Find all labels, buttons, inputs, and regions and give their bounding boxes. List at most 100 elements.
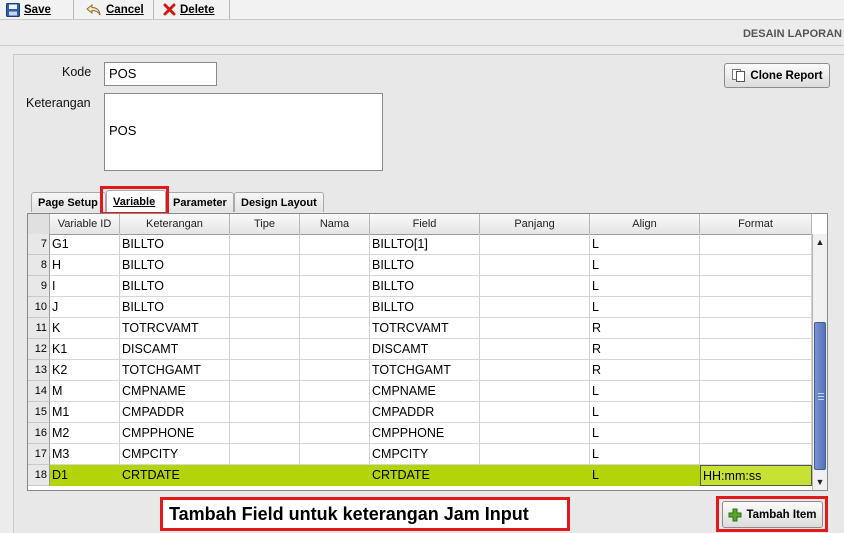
column-header[interactable]: Variable ID (50, 214, 120, 234)
cell-nama[interactable] (300, 444, 370, 465)
cell-field[interactable]: BILLTO (370, 276, 480, 297)
cell-keterangan[interactable]: CRTDATE (120, 465, 230, 486)
cell-panjang[interactable] (480, 423, 590, 444)
table-row[interactable]: 13 K2 TOTCHGAMT TOTCHGAMT R (28, 360, 812, 381)
cell-nama[interactable] (300, 465, 370, 486)
cell-format[interactable] (700, 318, 812, 339)
cell-tipe[interactable] (230, 255, 300, 276)
cell-field[interactable]: BILLTO (370, 297, 480, 318)
cell-align[interactable]: L (590, 234, 700, 255)
column-header[interactable]: Tipe (230, 214, 300, 234)
column-header[interactable]: Keterangan (120, 214, 230, 234)
cell-format[interactable] (700, 402, 812, 423)
table-row[interactable]: 8 H BILLTO BILLTO L (28, 255, 812, 276)
cell-keterangan[interactable]: TOTRCVAMT (120, 318, 230, 339)
cell-keterangan[interactable]: CMPPHONE (120, 423, 230, 444)
cell-field[interactable]: DISCAMT (370, 339, 480, 360)
cell-align[interactable]: L (590, 276, 700, 297)
cell-format[interactable] (700, 423, 812, 444)
delete-button[interactable]: Delete (163, 0, 225, 19)
save-button[interactable]: Save (6, 0, 68, 19)
cell-format[interactable] (700, 276, 812, 297)
table-row[interactable]: 18 D1 CRTDATE CRTDATE L HH:mm:ss (28, 465, 812, 486)
cell-tipe[interactable] (230, 444, 300, 465)
cell-variable-id[interactable]: I (50, 276, 120, 297)
kode-input[interactable]: POS (104, 62, 217, 86)
cell-tipe[interactable] (230, 402, 300, 423)
cell-format[interactable] (700, 360, 812, 381)
cell-panjang[interactable] (480, 318, 590, 339)
cell-nama[interactable] (300, 276, 370, 297)
tab-design-layout[interactable]: Design Layout (234, 192, 324, 212)
cell-variable-id[interactable]: M3 (50, 444, 120, 465)
cell-field[interactable]: BILLTO[1] (370, 234, 480, 255)
cell-keterangan[interactable]: TOTCHGAMT (120, 360, 230, 381)
cell-tipe[interactable] (230, 318, 300, 339)
cell-align[interactable]: L (590, 465, 700, 486)
cell-panjang[interactable] (480, 381, 590, 402)
cell-field[interactable]: CMPPHONE (370, 423, 480, 444)
cell-align[interactable]: L (590, 423, 700, 444)
cell-panjang[interactable] (480, 339, 590, 360)
cell-tipe[interactable] (230, 297, 300, 318)
column-header[interactable]: Panjang (480, 214, 590, 234)
cell-variable-id[interactable]: M2 (50, 423, 120, 444)
cell-keterangan[interactable]: CMPCITY (120, 444, 230, 465)
tab-page-setup[interactable]: Page Setup (31, 192, 106, 212)
cell-tipe[interactable] (230, 276, 300, 297)
cell-nama[interactable] (300, 297, 370, 318)
cell-align[interactable]: L (590, 255, 700, 276)
cell-align[interactable]: L (590, 402, 700, 423)
cell-keterangan[interactable]: BILLTO (120, 276, 230, 297)
column-header[interactable]: Nama (300, 214, 370, 234)
cell-field[interactable]: CMPNAME (370, 381, 480, 402)
cell-tipe[interactable] (230, 381, 300, 402)
cell-keterangan[interactable]: BILLTO (120, 234, 230, 255)
cell-nama[interactable] (300, 402, 370, 423)
table-row[interactable]: 10 J BILLTO BILLTO L (28, 297, 812, 318)
cell-variable-id[interactable]: H (50, 255, 120, 276)
cell-panjang[interactable] (480, 444, 590, 465)
cell-panjang[interactable] (480, 465, 590, 486)
cell-variable-id[interactable]: M1 (50, 402, 120, 423)
cell-field[interactable]: TOTCHGAMT (370, 360, 480, 381)
cell-nama[interactable] (300, 339, 370, 360)
cell-format[interactable] (700, 381, 812, 402)
cell-panjang[interactable] (480, 297, 590, 318)
cell-nama[interactable] (300, 381, 370, 402)
cell-keterangan[interactable]: CMPNAME (120, 381, 230, 402)
cancel-button[interactable]: Cancel (86, 0, 158, 19)
column-header[interactable]: Align (590, 214, 700, 234)
vertical-scrollbar[interactable]: ▲ ▼ (812, 234, 827, 490)
scroll-thumb[interactable] (814, 322, 826, 470)
cell-align[interactable]: L (590, 297, 700, 318)
cell-tipe[interactable] (230, 360, 300, 381)
cell-keterangan[interactable]: BILLTO (120, 255, 230, 276)
table-row[interactable]: 14 M CMPNAME CMPNAME L (28, 381, 812, 402)
scroll-up-arrow-icon[interactable]: ▲ (813, 234, 827, 249)
column-header[interactable]: Field (370, 214, 480, 234)
cell-format[interactable] (700, 255, 812, 276)
cell-tipe[interactable] (230, 234, 300, 255)
cell-nama[interactable] (300, 360, 370, 381)
cell-keterangan[interactable]: CMPADDR (120, 402, 230, 423)
cell-variable-id[interactable]: D1 (50, 465, 120, 486)
cell-keterangan[interactable]: DISCAMT (120, 339, 230, 360)
cell-align[interactable]: R (590, 318, 700, 339)
cell-format[interactable]: HH:mm:ss (700, 465, 812, 486)
table-row[interactable]: 16 M2 CMPPHONE CMPPHONE L (28, 423, 812, 444)
cell-field[interactable]: CMPCITY (370, 444, 480, 465)
table-row[interactable]: 12 K1 DISCAMT DISCAMT R (28, 339, 812, 360)
cell-align[interactable]: L (590, 381, 700, 402)
cell-align[interactable]: R (590, 360, 700, 381)
table-row[interactable]: 17 M3 CMPCITY CMPCITY L (28, 444, 812, 465)
table-row[interactable]: 11 K TOTRCVAMT TOTRCVAMT R (28, 318, 812, 339)
cell-align[interactable]: L (590, 444, 700, 465)
cell-field[interactable]: CRTDATE (370, 465, 480, 486)
cell-panjang[interactable] (480, 255, 590, 276)
cell-format[interactable] (700, 339, 812, 360)
cell-format[interactable] (700, 234, 812, 255)
cell-panjang[interactable] (480, 234, 590, 255)
table-row[interactable]: 15 M1 CMPADDR CMPADDR L (28, 402, 812, 423)
cell-nama[interactable] (300, 318, 370, 339)
